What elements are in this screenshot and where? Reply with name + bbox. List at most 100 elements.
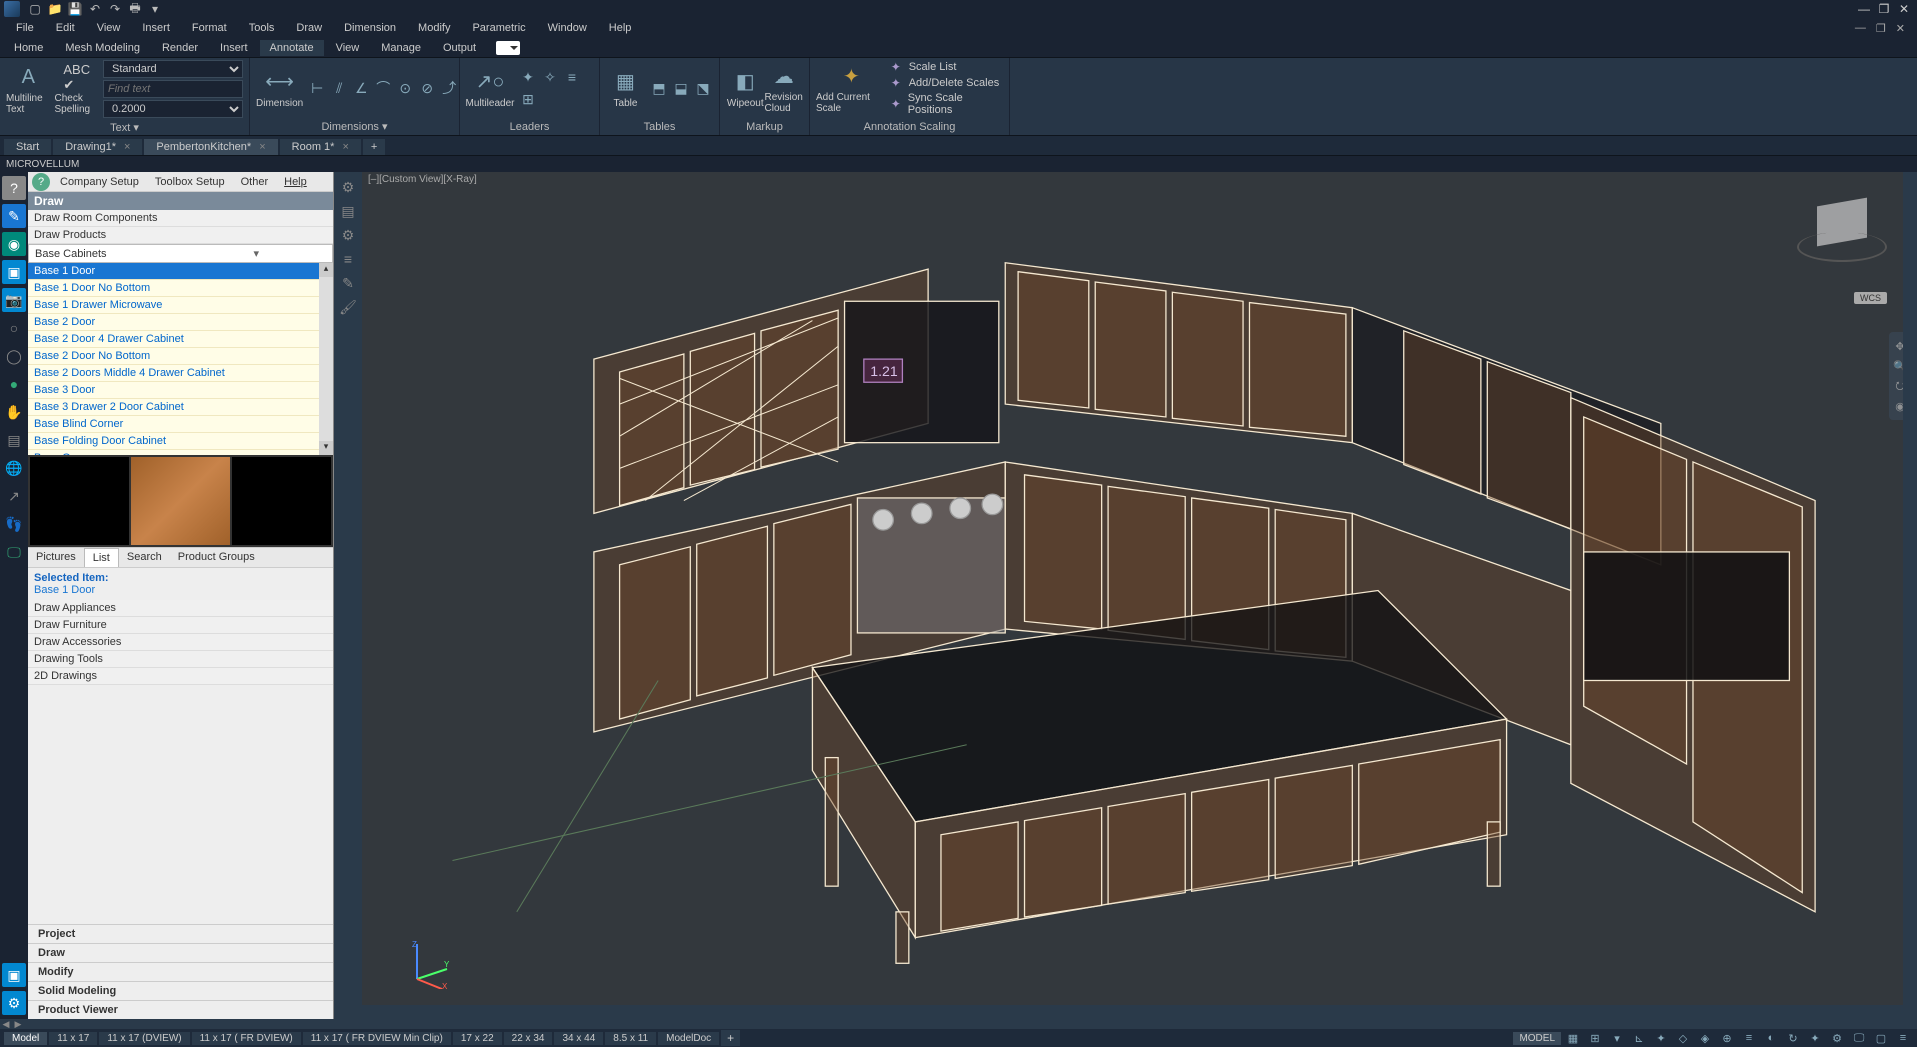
print-icon[interactable]: 🖶 [126,1,144,17]
accordion-modify[interactable]: Modify [28,962,333,981]
dim-diameter-icon[interactable]: ⊘ [417,78,437,98]
menu-view[interactable]: View [89,20,129,36]
list-icon[interactable]: ≡ [337,248,359,270]
ucs-icon[interactable]: Z Y X [402,939,452,989]
new-icon[interactable]: ▢ [26,1,44,17]
list-item[interactable]: Base 2 Doors Middle 4 Drawer Cabinet [28,365,333,382]
panel-icon[interactable]: ▤ [337,200,359,222]
wipeout-button[interactable]: ◧ Wipeout [726,60,765,116]
menu-window[interactable]: Window [540,20,595,36]
tab-product-groups[interactable]: Product Groups [170,548,263,567]
leader-remove-icon[interactable]: ✧ [540,67,560,87]
status-clean-icon[interactable]: ▢ [1871,1030,1891,1046]
preview-thumb-next[interactable] [232,457,331,545]
layout-tab-model[interactable]: Model [4,1032,47,1045]
menu-tools[interactable]: Tools [241,20,283,36]
box-rail-icon[interactable]: ▣ [2,963,26,987]
revision-cloud-button[interactable]: ☁ Revision Cloud [765,60,804,116]
ribbon-tab-insert[interactable]: Insert [210,40,258,56]
doc-close-icon[interactable]: ✕ [1892,22,1909,35]
new-tab-button[interactable]: + [363,139,385,155]
status-ortho-icon[interactable]: ⊾ [1629,1030,1649,1046]
accordion-project[interactable]: Project [28,924,333,943]
edit-icon[interactable]: ✎ [337,272,359,294]
layout-tab[interactable]: 22 x 34 [504,1032,553,1045]
ribbon-tab-annotate[interactable]: Annotate [260,40,324,56]
tab-list[interactable]: List [84,548,119,567]
list-item[interactable]: Base 1 Door [28,263,333,280]
check-spelling-button[interactable]: ABC✔ Check Spelling [55,61,100,117]
preview-thumb-current[interactable] [131,457,230,545]
arrow-rail-icon[interactable]: ↗ [2,484,26,508]
gear-icon[interactable]: ⚙ [337,224,359,246]
list-item[interactable]: Base 3 Drawer 2 Door Cabinet [28,399,333,416]
list-item[interactable]: Base 1 Door No Bottom [28,280,333,297]
sidebar-item-2d-drawings[interactable]: 2D Drawings [28,668,333,685]
status-osnap-icon[interactable]: ◇ [1673,1030,1693,1046]
sidebar-item-furniture[interactable]: Draw Furniture [28,617,333,634]
list-item[interactable]: Base 3 Door [28,382,333,399]
status-polar-icon[interactable]: ✦ [1651,1030,1671,1046]
status-workspace-icon[interactable]: ⚙ [1827,1030,1847,1046]
menu-file[interactable]: File [8,20,42,36]
splitter-left-icon[interactable]: ◀ [0,1019,12,1030]
sidebar-item-accessories[interactable]: Draw Accessories [28,634,333,651]
menu-company-setup[interactable]: Company Setup [54,174,145,190]
list-item[interactable]: Base 2 Door No Bottom [28,348,333,365]
panel-label-dimensions[interactable]: Dimensions ▾ [250,118,459,135]
sidebar-help-icon[interactable]: ? [32,173,50,191]
panel-label-text[interactable]: Text ▾ [0,120,249,135]
list-item[interactable]: Base Open [28,450,333,455]
table-link-icon[interactable]: ⬓ [671,78,691,98]
text-style-dropdown[interactable]: Standard [103,60,243,78]
brush-icon[interactable]: 🖌 [337,296,359,318]
list-item[interactable]: Base 1 Drawer Microwave [28,297,333,314]
status-mode[interactable]: MODEL [1513,1032,1561,1045]
workspace-switch-icon[interactable] [496,41,520,55]
ribbon-tab-view[interactable]: View [326,40,370,56]
sync-scale-button[interactable]: ✦Sync Scale Positions [891,92,1003,116]
close-tab-icon[interactable]: × [124,141,130,153]
status-customize-icon[interactable]: ≡ [1893,1030,1913,1046]
list-item[interactable]: Base Blind Corner [28,416,333,433]
dim-arc-icon[interactable]: ⌒ [373,78,393,98]
accordion-draw[interactable]: Draw [28,943,333,962]
menu-parametric[interactable]: Parametric [464,20,533,36]
chevron-down-icon[interactable]: ▾ [181,245,333,262]
sidebar-item-appliances[interactable]: Draw Appliances [28,600,333,617]
file-tab-start[interactable]: Start [4,139,51,155]
layout-tab[interactable]: 11 x 17 ( FR DVIEW) [192,1032,301,1045]
menu-toolbox-setup[interactable]: Toolbox Setup [149,174,231,190]
category-dropdown[interactable]: Base Cabinets ▾ [28,244,333,263]
new-layout-button[interactable]: + [721,1030,740,1046]
viewport-label[interactable]: [–][Custom View][X-Ray] [368,174,477,185]
leader-align-icon[interactable]: ≡ [562,67,582,87]
viewport-h-scrollbar[interactable] [362,1005,1917,1019]
layout-tab[interactable]: 17 x 22 [453,1032,502,1045]
ellipse-rail-icon[interactable]: ◯ [2,344,26,368]
3d-viewport[interactable]: [–][Custom View][X-Ray] WCS ✥ 🔍 ⭮ ◉ [362,172,1917,1019]
list-item[interactable]: Base 2 Door [28,314,333,331]
status-snap-icon[interactable]: ⊞ [1585,1030,1605,1046]
open-icon[interactable]: 📁 [46,1,64,17]
tab-search[interactable]: Search [119,548,170,567]
monitor-rail-icon[interactable]: 🖵 [2,540,26,564]
circle-rail-icon[interactable]: ○ [2,316,26,340]
status-transparency-icon[interactable]: ◐ [1761,1030,1781,1046]
gear-rail-icon[interactable]: ⚙ [2,991,26,1015]
minimize-icon[interactable]: — [1855,2,1873,16]
undo-icon[interactable]: ↶ [86,1,104,17]
layout-tab[interactable]: 11 x 17 ( FR DVIEW Min Clip) [303,1032,451,1045]
scroll-down-icon[interactable]: ▾ [319,441,333,455]
status-lwt-icon[interactable]: ≡ [1739,1030,1759,1046]
list-scrollbar[interactable]: ▴ ▾ [319,263,333,455]
preview-thumb-prev[interactable] [30,457,129,545]
multiline-text-button[interactable]: A Multiline Text [6,61,51,117]
doc-maximize-icon[interactable]: ❐ [1872,22,1890,35]
status-dropdown-icon[interactable]: ▾ [1607,1030,1627,1046]
find-text-input[interactable] [103,80,243,98]
ribbon-tab-render[interactable]: Render [152,40,208,56]
file-tab-room1[interactable]: Room 1*× [280,139,361,155]
layout-tab[interactable]: 11 x 17 (DVIEW) [99,1032,189,1045]
table-extract-icon[interactable]: ⬒ [649,78,669,98]
